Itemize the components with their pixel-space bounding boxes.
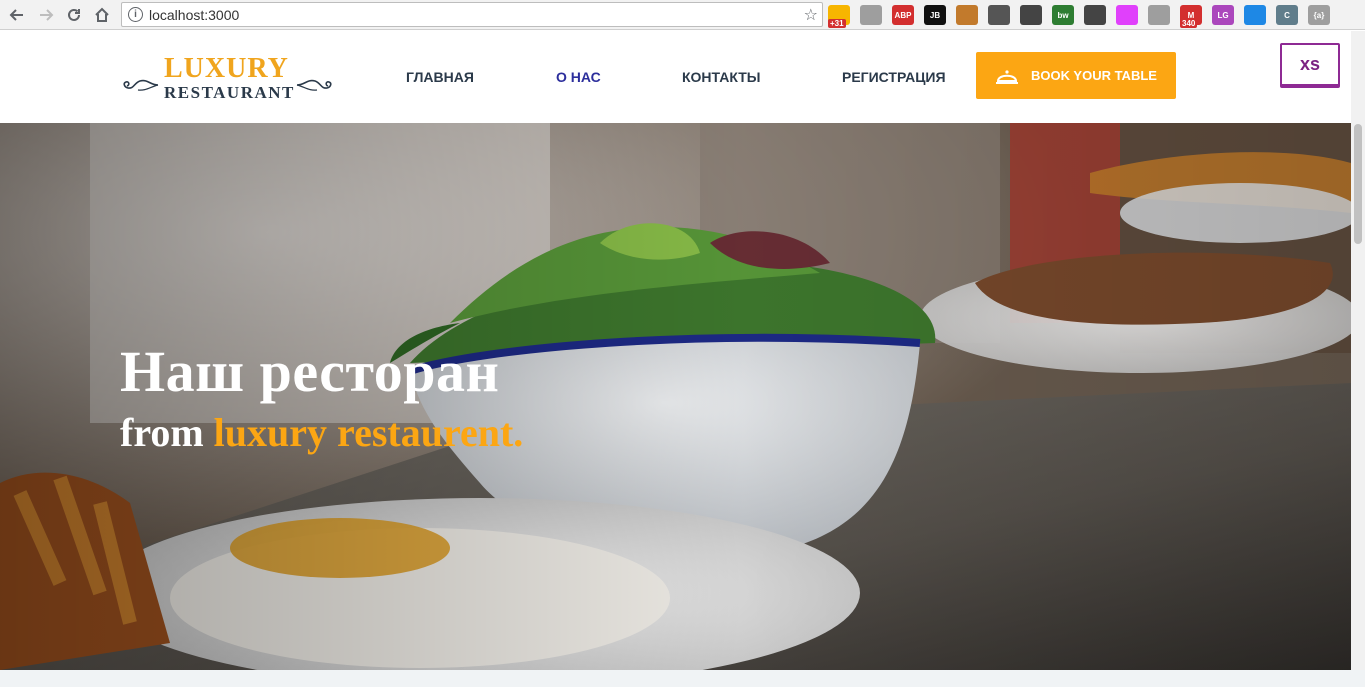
extension-badge: 340	[1180, 19, 1198, 28]
colorpicker-ext-icon[interactable]	[988, 5, 1010, 25]
hero-subtitle-accent: luxury restaurent.	[213, 410, 524, 455]
c-ext-icon[interactable]: C	[1276, 5, 1298, 25]
upload-ext-icon[interactable]	[1244, 5, 1266, 25]
bookmark-star-icon[interactable]: ☆	[804, 5, 818, 25]
arrow-left-icon	[9, 9, 23, 21]
arrow-right-icon	[40, 9, 54, 21]
hero-subtitle-prefix: from	[120, 410, 204, 455]
back-button[interactable]	[6, 4, 28, 26]
extension-label: {a}	[1313, 10, 1325, 20]
book-table-label: BOOK YOUR TABLE	[1031, 68, 1157, 83]
extension-badge: +31	[828, 19, 846, 28]
info-icon[interactable]: i	[128, 7, 143, 22]
logo-line-2: RESTAURANT	[164, 83, 295, 102]
forward-button[interactable]	[35, 4, 57, 26]
reload-button[interactable]	[63, 4, 85, 26]
hero-title: Наш ресторан	[120, 339, 500, 404]
logo-line-1: LUXURY	[164, 53, 289, 84]
extension-label: LG	[1217, 10, 1229, 20]
breakpoint-badge: xs	[1280, 43, 1340, 88]
home-button[interactable]	[91, 4, 113, 26]
json-ext-icon[interactable]: {a}	[1308, 5, 1330, 25]
sync-ext-icon[interactable]	[1084, 5, 1106, 25]
scrollbar-thumb[interactable]	[1354, 124, 1362, 244]
layout-ext-icon[interactable]	[1148, 5, 1170, 25]
ornament-right-icon	[296, 79, 332, 91]
extension-label: JB	[929, 10, 941, 20]
address-bar[interactable]: i localhost:3000 ☆	[121, 2, 823, 27]
book-table-button[interactable]: BOOK YOUR TABLE	[976, 52, 1176, 99]
reload-icon	[68, 8, 80, 21]
gmail-ext-icon[interactable]: M 340	[1180, 5, 1202, 28]
ruler-ext-icon[interactable]	[956, 5, 978, 25]
extension-label: ABP	[894, 10, 912, 20]
home-icon	[95, 7, 109, 22]
calendar-ext-icon[interactable]: +31	[828, 5, 850, 28]
screenshot-ext-icon[interactable]	[1020, 5, 1042, 25]
next-section-edge	[0, 670, 1365, 687]
pdf-ext-icon[interactable]	[860, 5, 882, 25]
nav-item-about[interactable]: О НАС	[556, 69, 601, 85]
extensions-bar: +31 ABP JB bw M 340 LG C {a}	[828, 4, 1330, 28]
site-header: LUXURY RESTAURANT ГЛАВНАЯ О НАС КОНТАКТЫ…	[0, 31, 1365, 123]
logo[interactable]: LUXURY RESTAURANT	[120, 53, 335, 103]
bw-ext-icon[interactable]: bw	[1052, 5, 1074, 25]
hero-subtitle: from luxury restaurent.	[120, 409, 523, 456]
gradient-ext-icon[interactable]	[1116, 5, 1138, 25]
lg-ext-icon[interactable]: LG	[1212, 5, 1234, 25]
nav-item-registration[interactable]: РЕГИСТРАЦИЯ	[842, 69, 946, 85]
adblock-plus-icon[interactable]: ABP	[892, 5, 914, 25]
ornament-left-icon	[123, 79, 159, 91]
extension-label: bw	[1057, 10, 1069, 20]
extension-label: C	[1284, 10, 1290, 20]
page-scrollbar[interactable]	[1351, 31, 1365, 670]
jetbrains-icon[interactable]: JB	[924, 5, 946, 25]
nav-item-contacts[interactable]: КОНТАКТЫ	[682, 69, 760, 85]
nav-item-home[interactable]: ГЛАВНАЯ	[406, 69, 474, 85]
service-bell-icon	[996, 69, 1019, 84]
url-text[interactable]: localhost:3000	[149, 7, 239, 23]
browser-toolbar: i localhost:3000 ☆ +31 ABP JB bw M 340 LG C {a}	[0, 0, 1365, 30]
hero-banner: Наш ресторан from luxury restaurent.	[0, 123, 1351, 670]
